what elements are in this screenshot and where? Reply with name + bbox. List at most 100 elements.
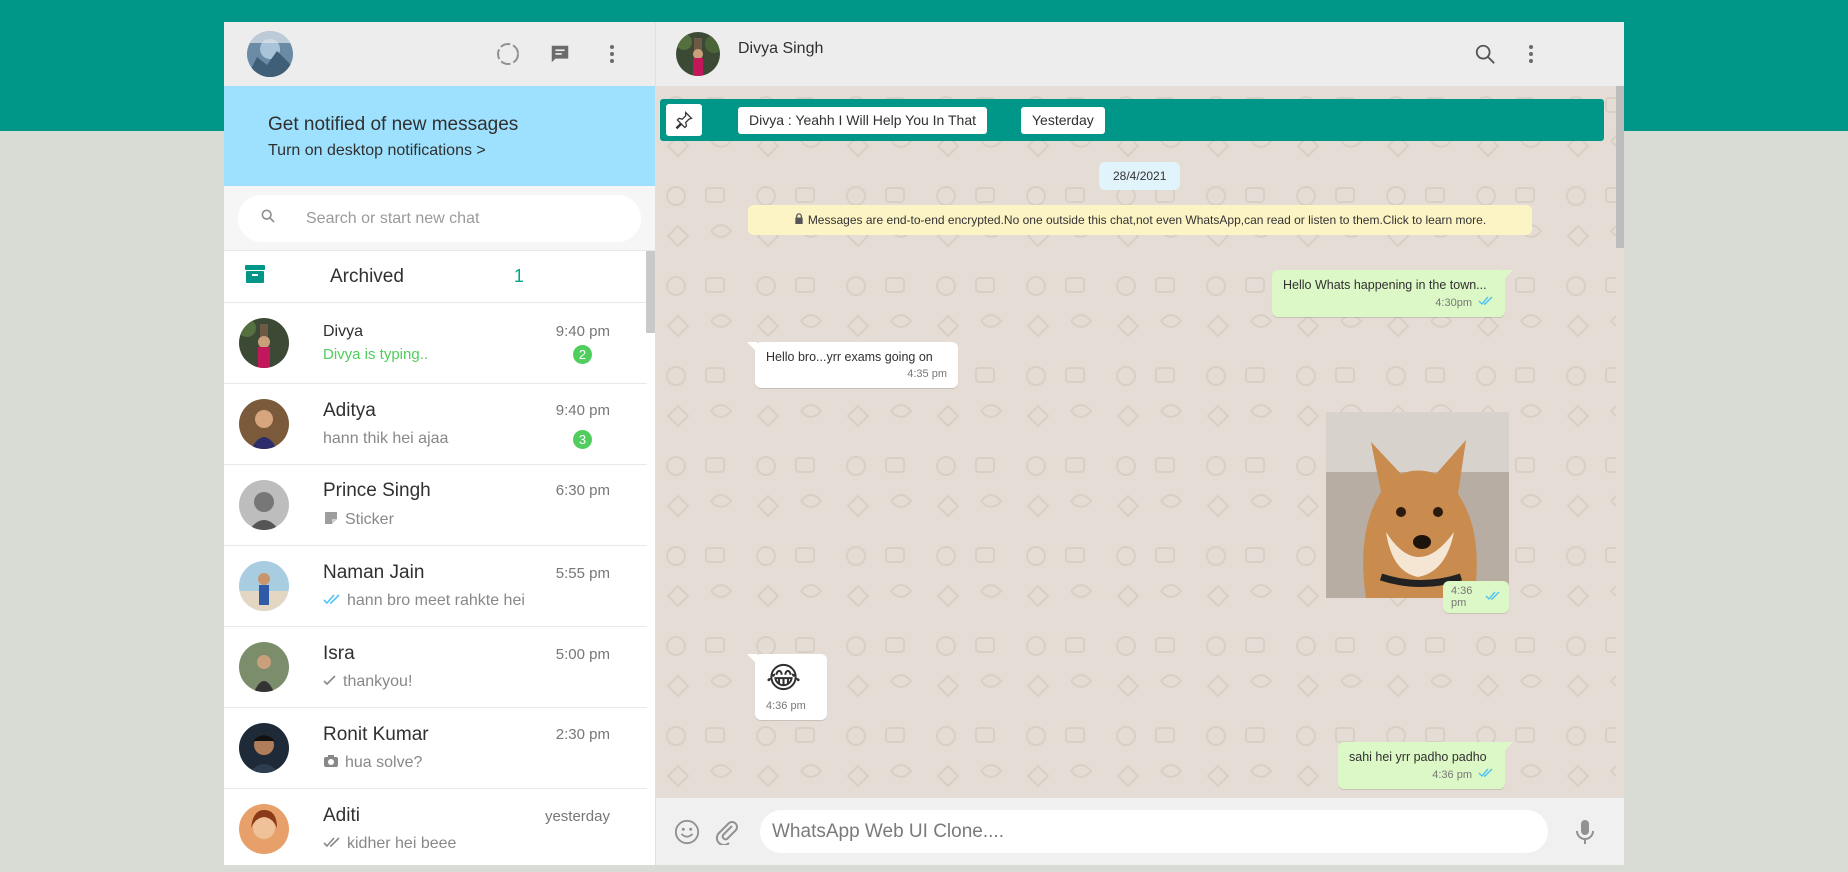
composer bbox=[656, 798, 1624, 865]
chat-preview: hua solve? bbox=[323, 754, 422, 773]
chat-time: 6:30 pm bbox=[555, 482, 610, 499]
chat-body: Prince Singh 6:30 pm Sticker bbox=[323, 480, 632, 531]
lock-icon bbox=[794, 213, 804, 227]
chat-name: Divya bbox=[323, 322, 364, 340]
chat-avatar bbox=[239, 561, 289, 611]
message-time: 4:36 pm bbox=[1432, 768, 1472, 781]
chat-list-item[interactable]: Naman Jain 5:55 pm hann bro meet rahkte he… bbox=[224, 546, 647, 627]
encryption-notice[interactable]: Messages are end-to-end encrypted.No one… bbox=[748, 205, 1532, 235]
chat-list-item[interactable]: Prince Singh 6:30 pm Sticker bbox=[224, 465, 647, 546]
message-bubble-out[interactable]: sahi hei yrr padho padho 4:36 pm bbox=[1338, 742, 1513, 789]
chat-name: Aditi bbox=[323, 805, 360, 826]
chat-avatar bbox=[239, 480, 289, 530]
message-text: sahi hei yrr padho padho bbox=[1349, 750, 1487, 764]
pinned-date: Yesterday bbox=[1021, 106, 1105, 134]
chat-time: yesterday bbox=[544, 807, 610, 825]
unread-badge: 2 bbox=[573, 344, 592, 364]
chat-preview-text: hann thik hei ajaa bbox=[323, 430, 449, 447]
contact-name: Divya Singh bbox=[738, 40, 824, 57]
chat-list-item[interactable]: Divya 9:40 pm Divya is typing.. 2 bbox=[224, 303, 647, 384]
chat-preview: hann bro meet rahkte hei bbox=[323, 592, 525, 610]
chat-body: Naman Jain 5:55 pm hann bro meet rahkte he… bbox=[323, 562, 632, 610]
notification-banner[interactable]: Get notified of new messages Turn on des… bbox=[224, 86, 655, 186]
new-chat-icon[interactable] bbox=[547, 41, 573, 67]
double-tick-icon bbox=[1485, 591, 1501, 604]
status-icon[interactable] bbox=[495, 41, 521, 67]
pinned-message[interactable]: Divya : Yeahh I Will Help You In That bbox=[738, 106, 987, 134]
chat-list-item[interactable]: Ronit Kumar 2:30 pm hua solve? bbox=[224, 708, 647, 789]
message-text: Hello bro...yrr exams going on bbox=[766, 350, 933, 364]
mic-icon[interactable] bbox=[1572, 819, 1598, 845]
chat-name: Aditya bbox=[323, 399, 376, 421]
message-time: 4:35 pm bbox=[907, 368, 947, 380]
menu-dots-icon[interactable] bbox=[1518, 41, 1544, 67]
shared-image[interactable] bbox=[1326, 412, 1509, 598]
menu-dots-icon[interactable] bbox=[599, 41, 625, 67]
search-icon[interactable] bbox=[1472, 41, 1498, 67]
sidebar-header bbox=[224, 22, 655, 86]
search-wrap bbox=[224, 186, 655, 251]
chat-preview-text: Divya is typing.. bbox=[323, 345, 429, 363]
message-scrollbar[interactable] bbox=[1616, 86, 1624, 248]
chat-list[interactable]: Archived 1 Divya 9:40 pm Divya is typing..… bbox=[224, 251, 655, 865]
camera-icon bbox=[323, 754, 339, 773]
single-tick-icon bbox=[323, 673, 337, 691]
message-input[interactable] bbox=[760, 810, 1548, 853]
double-tick-icon bbox=[323, 592, 341, 610]
chat-time: 2:30 pm bbox=[555, 726, 610, 743]
chat-list-item[interactable]: Aditya 9:40 pm hann thik hei ajaa 3 bbox=[224, 384, 647, 465]
chat-list-item[interactable]: Isra 5:00 pm thankyou! bbox=[224, 627, 647, 708]
emoji-icon[interactable] bbox=[674, 819, 700, 845]
chat-preview-text: hann bro meet rahkte hei bbox=[347, 592, 525, 609]
chat-time: 5:00 pm bbox=[555, 645, 610, 663]
chat-header[interactable]: Divya Singh bbox=[656, 22, 1624, 86]
chat-body: Isra 5:00 pm thankyou! bbox=[323, 643, 632, 691]
chat-pane: Divya Singh Divya: Yeahh I Will Help Yo… bbox=[656, 22, 1624, 865]
archived-row[interactable]: Archived 1 bbox=[224, 251, 647, 303]
chat-preview: Divya is typing.. bbox=[323, 346, 428, 363]
chat-preview-text: thankyou! bbox=[343, 673, 413, 690]
message-area[interactable]: Divya : Yeahh I Will Help You In That Ye… bbox=[656, 86, 1624, 798]
chat-time: 9:40 pm bbox=[555, 323, 610, 340]
chat-list-scrollbar[interactable] bbox=[646, 251, 655, 333]
sticker-icon bbox=[323, 510, 339, 531]
chat-avatar bbox=[239, 804, 289, 854]
archived-label: Archived bbox=[330, 265, 404, 287]
notify-title: Get notified of new messages bbox=[268, 114, 519, 135]
archived-count: 1 bbox=[513, 266, 524, 286]
chat-name: Naman Jain bbox=[323, 562, 425, 583]
message-bubble-in[interactable]: Hello bro...yrr exams going on 4:35 pm bbox=[747, 342, 958, 388]
double-tick-icon bbox=[1478, 768, 1494, 781]
search-box bbox=[238, 195, 641, 242]
double-tick-icon bbox=[1478, 296, 1494, 309]
bubble-tail bbox=[1503, 742, 1513, 752]
chat-preview-text: hua solve? bbox=[345, 754, 423, 771]
app-window: Get notified of new messages Turn on des… bbox=[224, 22, 1624, 865]
pin-icon[interactable] bbox=[666, 104, 702, 136]
message-bubble-in[interactable]: 😂 4:36 pm bbox=[747, 654, 827, 720]
chat-preview: Sticker bbox=[323, 510, 394, 531]
chat-preview-text: kidher hei beee bbox=[347, 835, 457, 852]
pinned-bar[interactable]: Divya : Yeahh I Will Help You In That Ye… bbox=[660, 99, 1604, 141]
chat-preview: hann thik hei ajaa bbox=[323, 430, 448, 448]
contact-avatar[interactable] bbox=[676, 32, 720, 76]
encryption-text: Messages are end-to-end encrypted.No one… bbox=[807, 213, 1487, 227]
attach-icon[interactable] bbox=[714, 819, 740, 845]
message-time: 4:30pm bbox=[1435, 296, 1472, 309]
message-bubble-out[interactable]: Hello Whats happening in the town... 4:3… bbox=[1272, 270, 1513, 317]
chat-name: Isra bbox=[323, 643, 355, 664]
message-time: 4:36 pm bbox=[1451, 585, 1473, 609]
my-avatar[interactable] bbox=[247, 31, 293, 77]
image-timestamp-bubble: 4:36 pm bbox=[1443, 581, 1509, 613]
chat-avatar bbox=[239, 318, 289, 368]
chat-avatar bbox=[239, 642, 289, 692]
chat-name: Ronit Kumar bbox=[323, 723, 429, 745]
unread-badge: 3 bbox=[573, 429, 592, 449]
bubble-tail bbox=[1503, 270, 1513, 280]
chat-body: Ronit Kumar 2:30 pm hua solve? bbox=[323, 724, 632, 773]
date-chip: 28/4/2021 bbox=[1099, 162, 1181, 190]
search-input[interactable] bbox=[306, 209, 606, 228]
bubble-tail bbox=[747, 654, 757, 664]
chat-list-item[interactable]: Aditi yesterday kidher hei beee bbox=[224, 789, 647, 865]
notify-link[interactable]: Turn on desktop notifications > bbox=[268, 142, 611, 160]
